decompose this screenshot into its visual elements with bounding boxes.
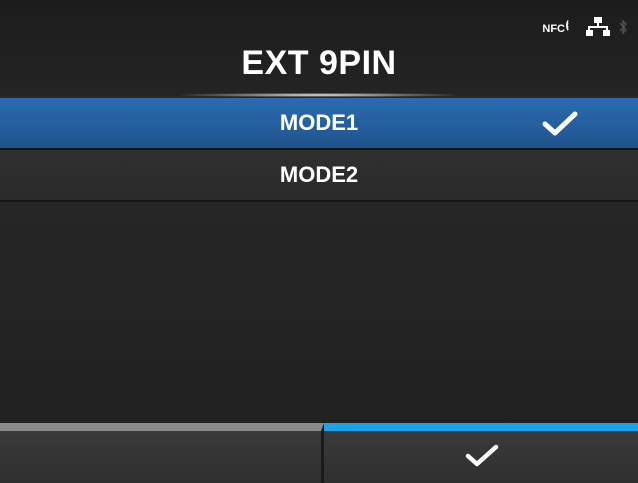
- option-list: MODE1 MODE2: [0, 98, 638, 202]
- check-icon: [540, 110, 580, 138]
- list-item-label: MODE1: [279, 110, 359, 135]
- confirm-softkey-button[interactable]: [324, 423, 638, 483]
- list-item-mode1[interactable]: MODE1: [0, 98, 638, 150]
- list-item-label: MODE2: [279, 162, 359, 187]
- nfc-label: NFC: [542, 23, 565, 35]
- header: NFC EXT 9PIN: [0, 0, 638, 97]
- left-softkey-button[interactable]: [0, 423, 324, 483]
- status-icons: NFC: [542, 16, 628, 42]
- bluetooth-icon: [618, 18, 628, 41]
- nfc-icon: NFC: [542, 20, 578, 35]
- page-title: EXT 9PIN: [241, 44, 397, 82]
- printer-display: NFC EXT 9PIN MODE1 MODE2: [0, 0, 638, 483]
- softkey-bar: [0, 423, 638, 483]
- check-icon: [464, 443, 500, 469]
- network-icon: [586, 16, 610, 42]
- list-item-mode2[interactable]: MODE2: [0, 150, 638, 202]
- title-underline-glow: [180, 93, 458, 97]
